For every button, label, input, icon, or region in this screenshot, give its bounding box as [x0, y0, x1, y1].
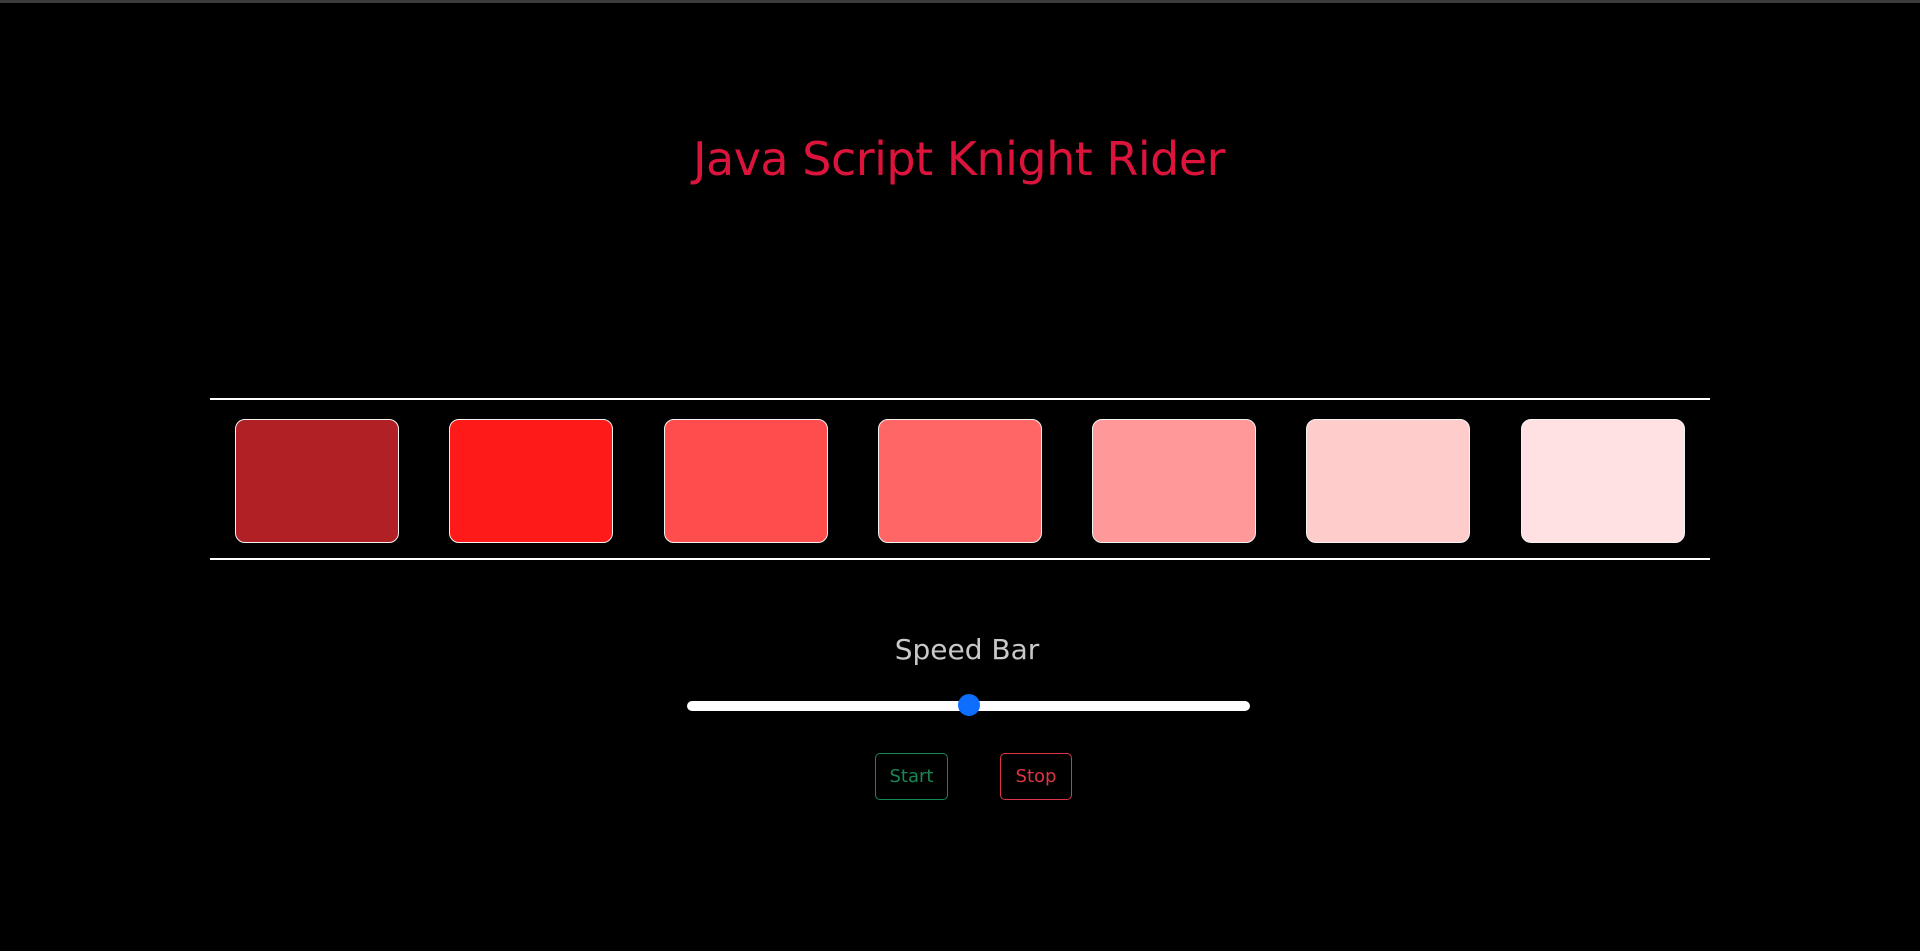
led-light-2 [449, 419, 613, 543]
page-title: Java Script Knight Rider [692, 132, 1226, 186]
led-light-1 [235, 419, 399, 543]
window-top-border [0, 0, 1920, 3]
led-light-3 [664, 419, 828, 543]
led-light-7 [1521, 419, 1685, 543]
speed-bar-label: Speed Bar [894, 633, 1040, 666]
led-panel [210, 398, 1710, 560]
led-light-6 [1306, 419, 1470, 543]
start-button[interactable]: Start [875, 753, 948, 800]
speed-slider-thumb[interactable] [957, 694, 980, 716]
led-light-5 [1092, 419, 1256, 543]
stop-button[interactable]: Stop [1000, 753, 1072, 800]
led-light-4 [878, 419, 1042, 543]
